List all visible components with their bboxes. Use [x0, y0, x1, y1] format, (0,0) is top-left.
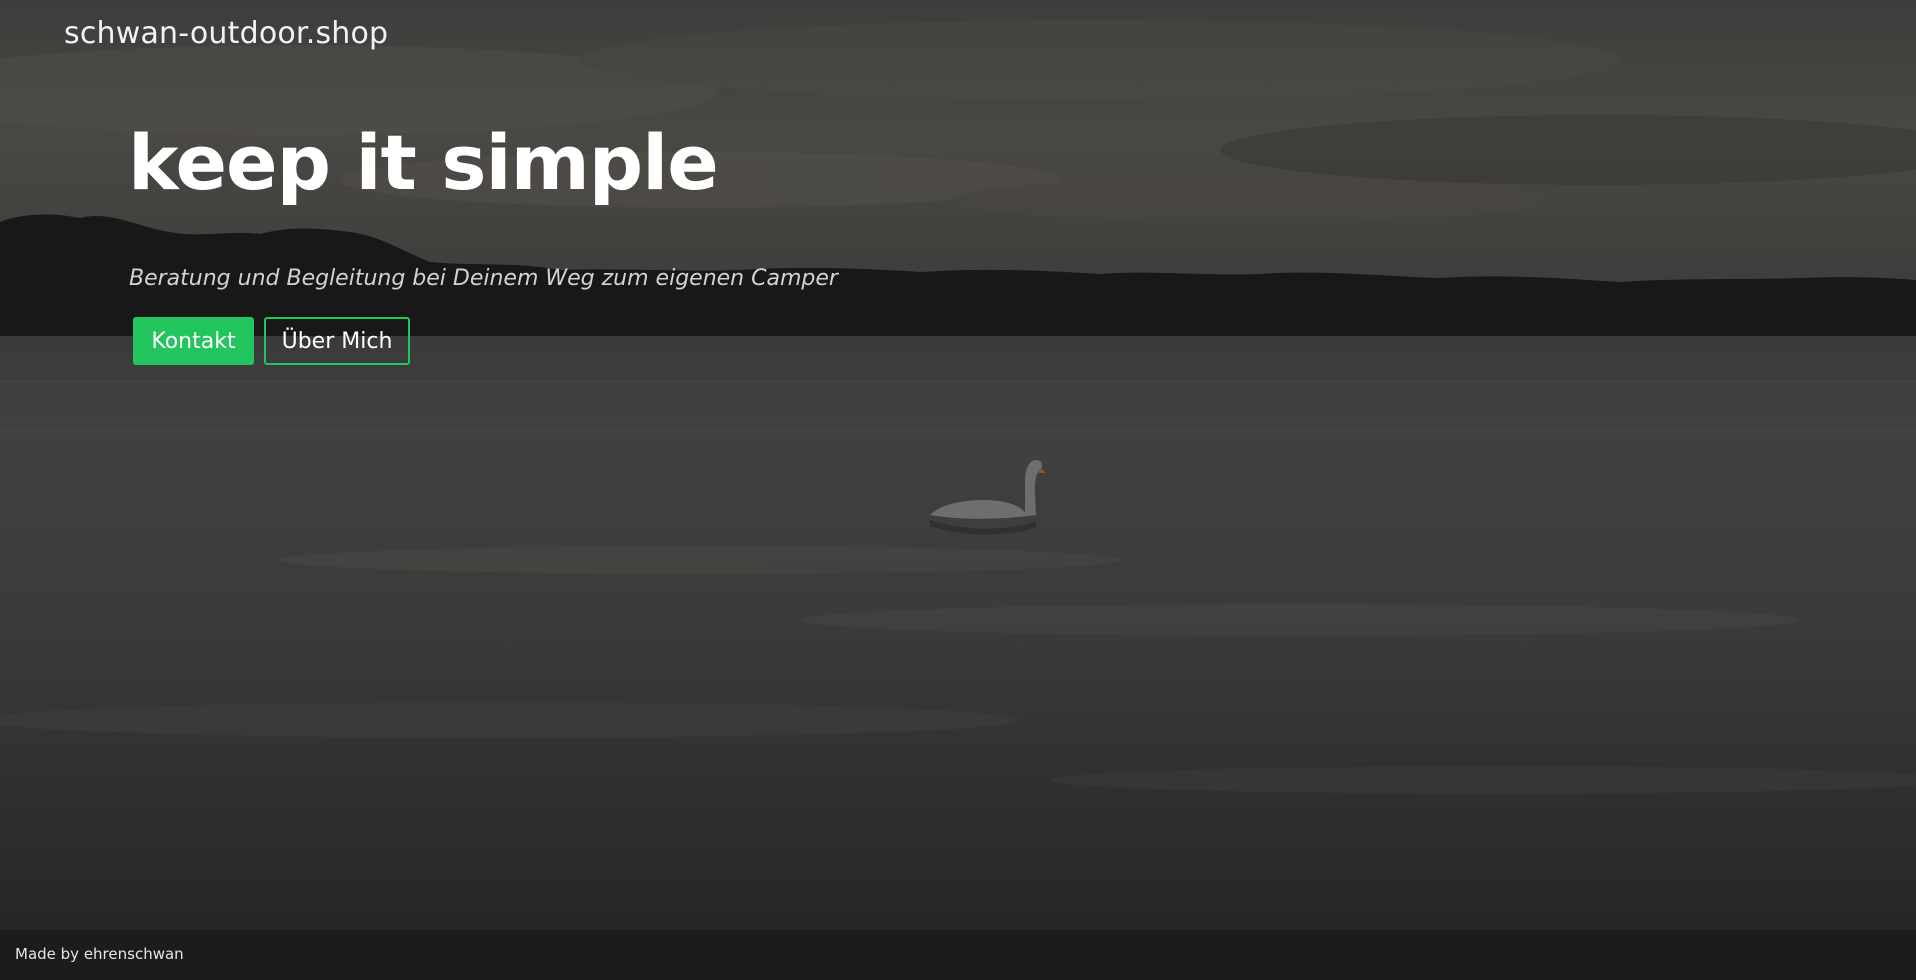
about-me-button[interactable]: Über Mich [264, 317, 410, 365]
hero-subline: Beratung und Begleitung bei Deinem Weg z… [129, 266, 838, 291]
site-title[interactable]: schwan-outdoor.shop [64, 16, 388, 51]
hero-section: schwan-outdoor.shop keep it simple Berat… [0, 0, 1916, 930]
footer: Made by ehrenschwan [0, 930, 1916, 980]
footer-credit: Made by ehrenschwan [15, 945, 184, 963]
hero-headline: keep it simple [128, 118, 719, 207]
contact-button[interactable]: Kontakt [133, 317, 254, 365]
